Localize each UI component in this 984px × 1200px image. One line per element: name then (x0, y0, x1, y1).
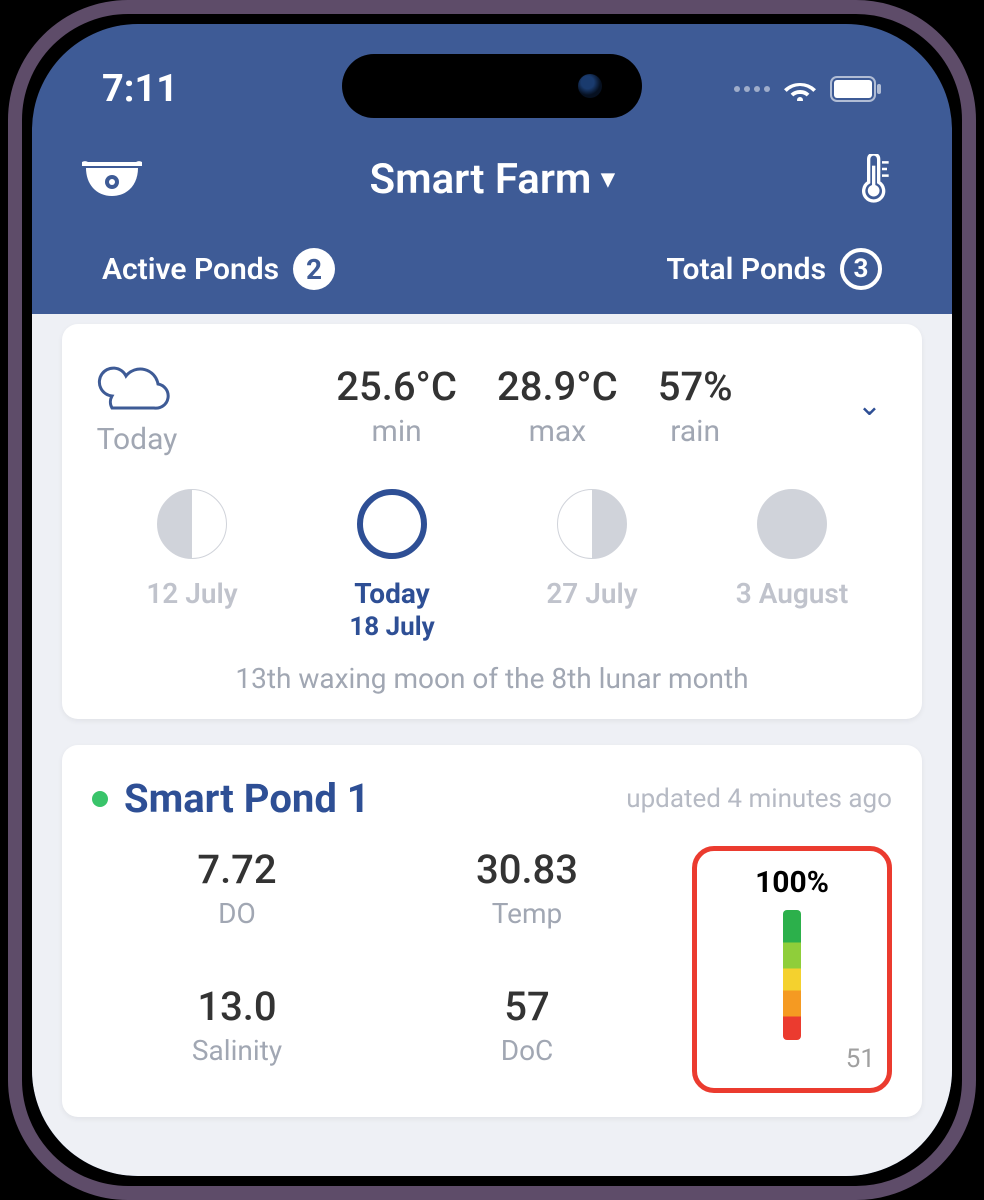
active-ponds-label: Active Ponds (102, 252, 279, 287)
battery-icon (830, 76, 882, 102)
moon-item-27jul[interactable]: 27 July (497, 489, 687, 612)
weather-icon (92, 354, 182, 414)
pond-stats-row: Active Ponds 2 Total Ponds 3 (32, 239, 952, 299)
status-time: 7:11 (102, 67, 178, 111)
phone-frame: 7:11 Smart Farm ▾ Active Ponds 2 Total P… (8, 0, 976, 1200)
weather-min-value: 25.6°C (336, 363, 457, 410)
chevron-down-icon[interactable]: ⌄ (847, 378, 892, 433)
do-value: 7.72 (92, 846, 382, 893)
salinity-label: Salinity (92, 1034, 382, 1067)
gauge-top-label: 100% (709, 865, 875, 900)
screen: 7:11 Smart Farm ▾ Active Ponds 2 Total P… (32, 24, 952, 1176)
feed-gauge: 100% 51 (692, 846, 892, 1093)
doc-value: 57 (382, 983, 672, 1030)
total-ponds-count: 3 (840, 248, 882, 290)
moon-item-3aug[interactable]: 3 August (697, 489, 887, 612)
caret-down-icon: ▾ (601, 164, 614, 194)
moon-description: 13th waxing moon of the 8th lunar month (92, 662, 892, 695)
weather-rain-value: 57% (658, 363, 733, 410)
status-bar: 7:11 (32, 64, 952, 114)
active-ponds-count: 2 (293, 248, 335, 290)
weather-max-label: max (497, 414, 618, 449)
weather-rain-label: rain (658, 414, 733, 449)
weather-max-value: 28.9°C (497, 363, 618, 410)
moon-row: 12 July Today18 July 27 July 3 August (92, 489, 892, 642)
weather-card: Today 25.6°C min 28.9°C max 57% rain ⌄ 12 J… (62, 324, 922, 719)
content-area: Today 25.6°C min 28.9°C max 57% rain ⌄ 12 J… (32, 314, 952, 1176)
moon-phase-icon (557, 489, 627, 559)
farm-selector[interactable]: Smart Farm ▾ (370, 155, 615, 204)
temp-label: Temp (382, 897, 672, 930)
moon-phase-icon (757, 489, 827, 559)
weather-today-label: Today (92, 422, 182, 457)
weather-min-label: min (336, 414, 457, 449)
pond-card[interactable]: Smart Pond 1 updated 4 minutes ago 7.72 D… (62, 745, 922, 1117)
gauge-bottom-label: 51 (709, 1044, 875, 1074)
status-dot-icon (92, 791, 108, 807)
active-ponds[interactable]: Active Ponds 2 (102, 248, 335, 290)
do-label: DO (92, 897, 382, 930)
moon-item-today[interactable]: Today18 July (297, 489, 487, 642)
doc-label: DoC (382, 1034, 672, 1067)
moon-item-12jul[interactable]: 12 July (97, 489, 287, 612)
camera-icon[interactable] (82, 154, 142, 204)
app-header: Smart Farm ▾ (32, 134, 952, 224)
thermometer-icon[interactable] (842, 154, 902, 204)
cell-dots-icon (734, 86, 770, 92)
salinity-value: 13.0 (92, 983, 382, 1030)
moon-phase-icon (357, 489, 427, 559)
total-ponds-label: Total Ponds (666, 252, 826, 287)
pond-metrics: 7.72 DO 30.83 Temp 13.0 Salinity 57 DoC (92, 846, 672, 1093)
total-ponds[interactable]: Total Ponds 3 (666, 248, 882, 290)
gauge-bar (783, 910, 801, 1040)
pond-title: Smart Pond 1 (124, 775, 626, 822)
pond-updated: updated 4 minutes ago (626, 784, 892, 814)
moon-phase-icon (157, 489, 227, 559)
farm-title: Smart Farm (370, 155, 592, 204)
temp-value: 30.83 (382, 846, 672, 893)
wifi-icon (784, 77, 816, 101)
